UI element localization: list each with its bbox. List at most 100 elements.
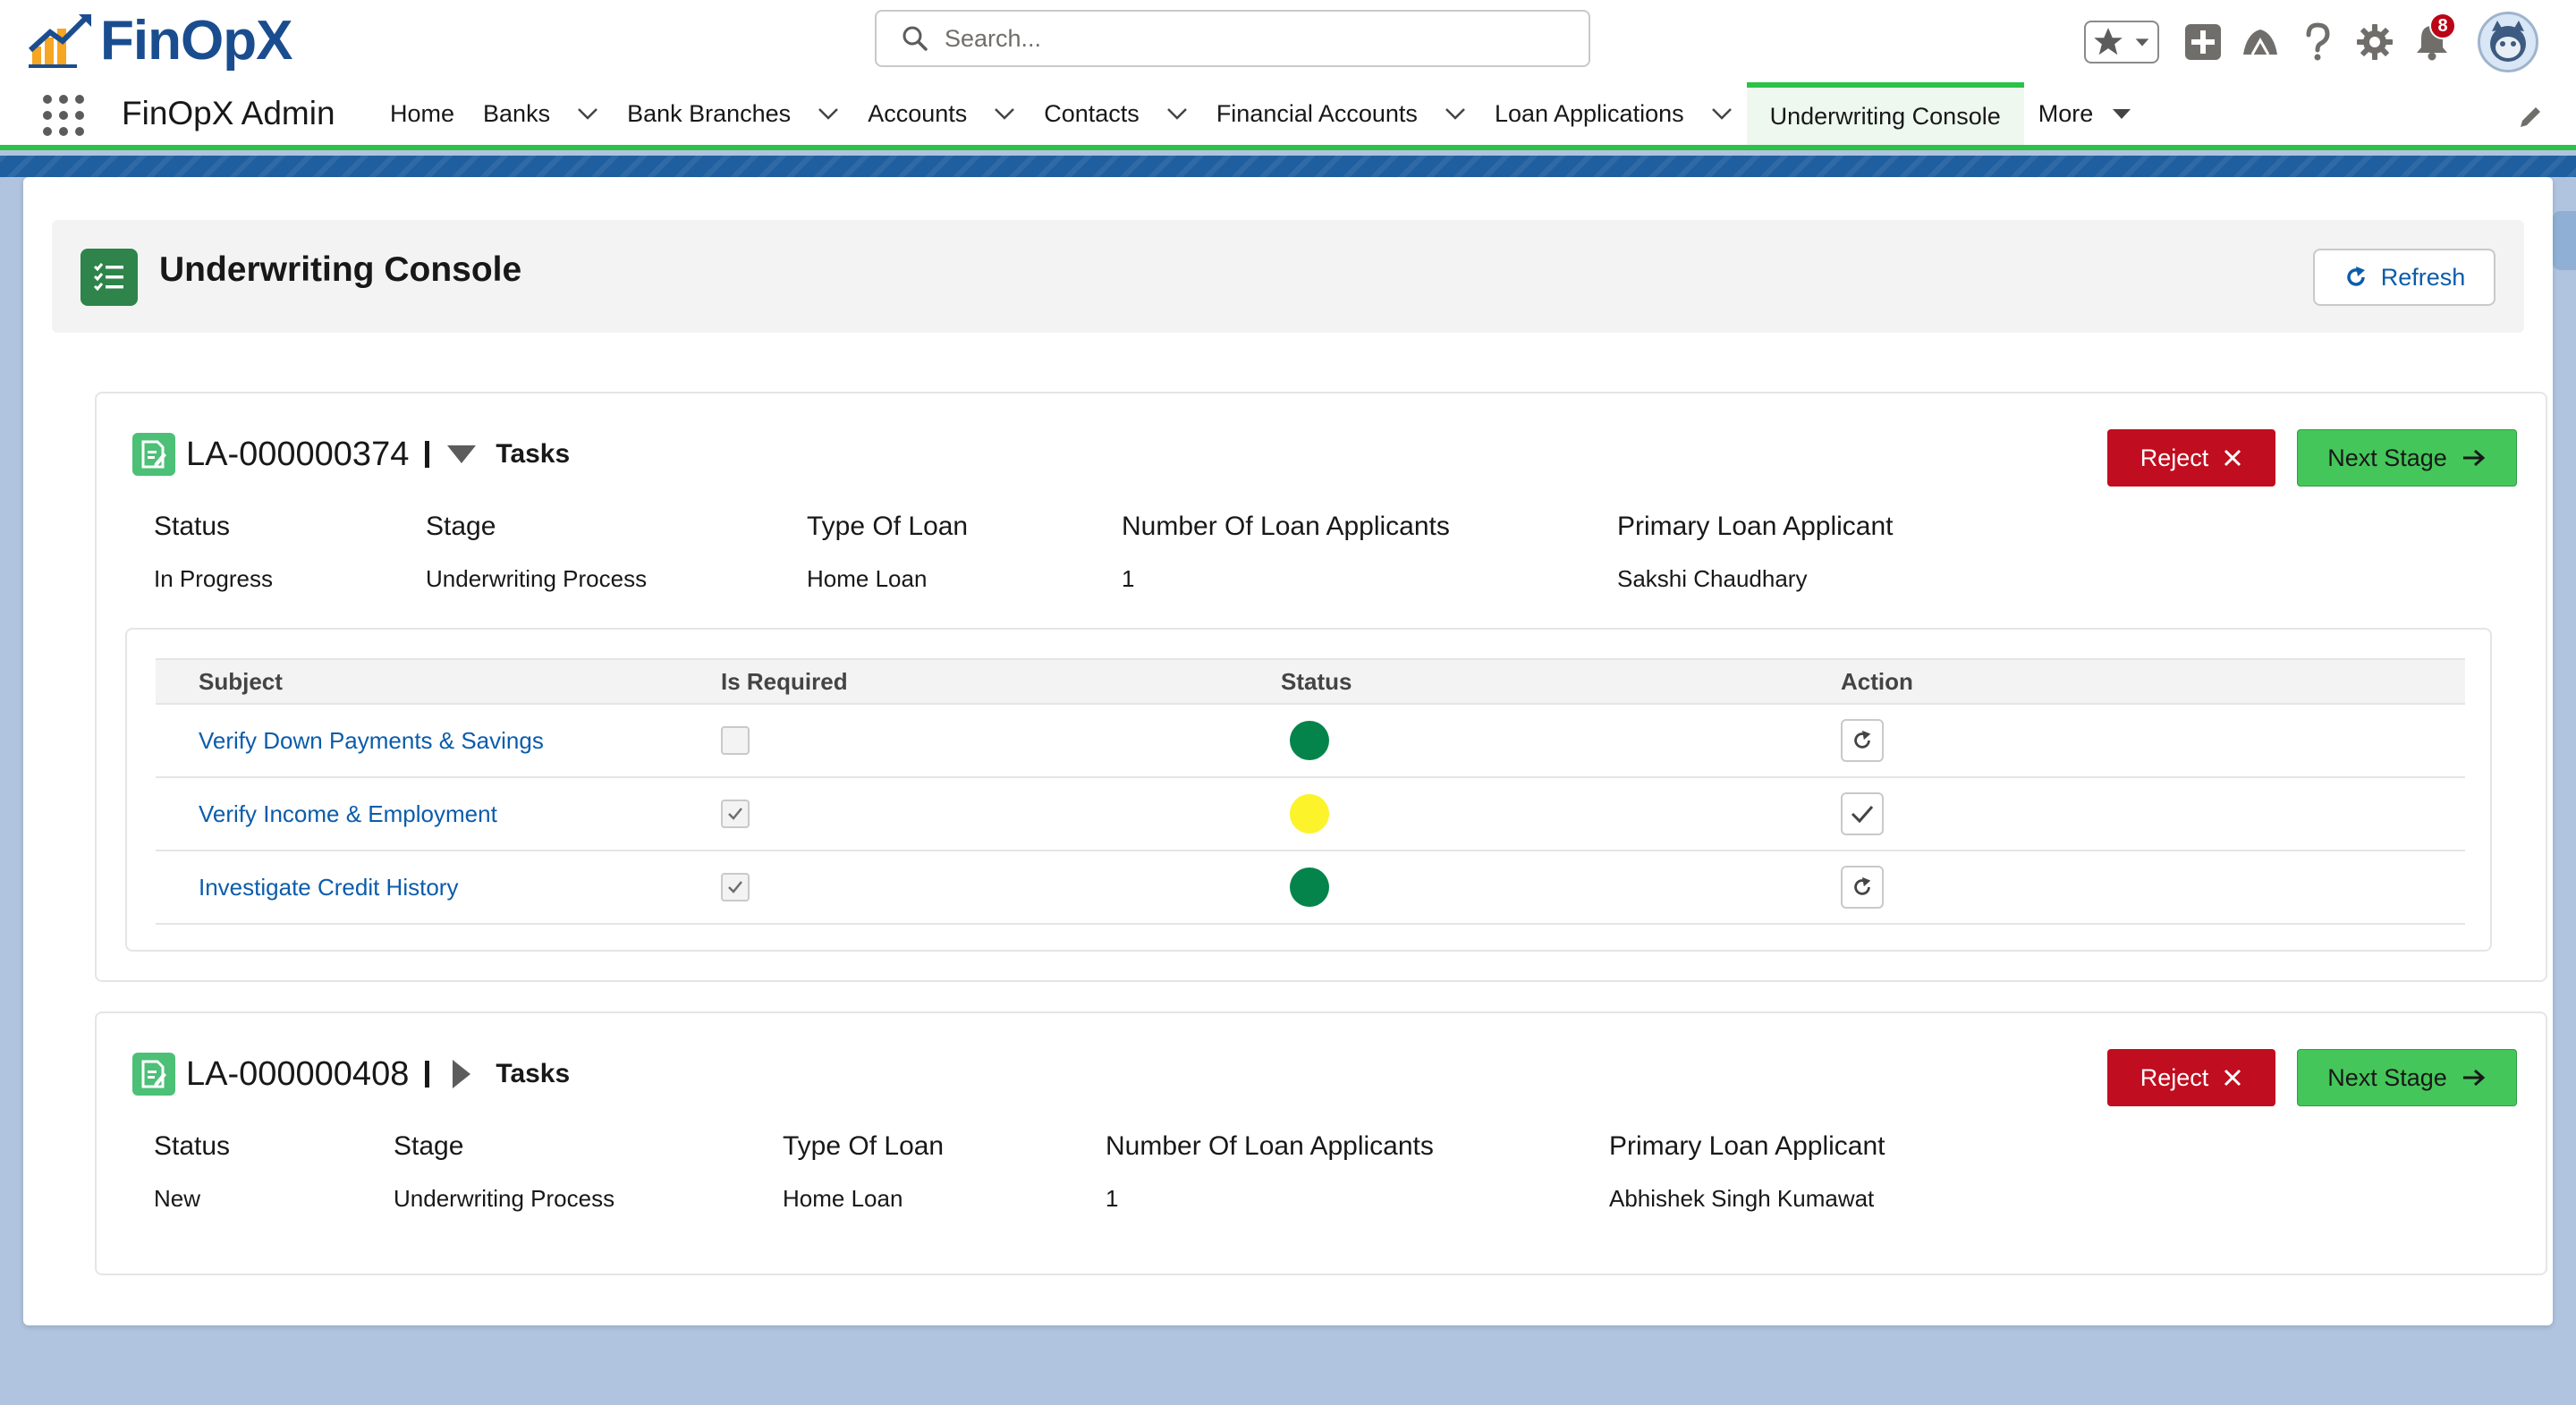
nav-item-label: Bank Branches xyxy=(627,99,792,127)
field-status: Status In Progress xyxy=(154,512,273,593)
help-button[interactable] xyxy=(2297,21,2338,63)
utility-panel-toggle[interactable] xyxy=(2553,211,2576,270)
column-header-subject[interactable]: Subject xyxy=(156,658,721,705)
nav-item-more[interactable]: More xyxy=(2024,82,2148,145)
task-required-cell xyxy=(721,777,1281,851)
required-checkbox xyxy=(721,726,750,755)
next-stage-button[interactable]: Next Stage xyxy=(2297,1049,2517,1106)
application-id[interactable]: LA-000000374 xyxy=(186,436,409,474)
nav-item-banks[interactable]: Banks xyxy=(469,82,613,145)
field-label: Primary Loan Applicant xyxy=(1609,1131,1885,1161)
expand-tasks-button[interactable] xyxy=(444,1056,479,1092)
arrow-right-icon xyxy=(2462,449,2486,467)
field-value: Underwriting Process xyxy=(426,565,648,592)
arrow-right-icon xyxy=(2462,1069,2486,1087)
nav-item-bank-branches[interactable]: Bank Branches xyxy=(613,82,853,145)
status-indicator xyxy=(1290,721,1329,760)
reopen-task-button[interactable] xyxy=(1841,866,1884,909)
application-id[interactable]: LA-000000408 xyxy=(186,1055,409,1094)
complete-task-button[interactable] xyxy=(1841,792,1884,835)
task-subject-link[interactable]: Verify Down Payments & Savings xyxy=(199,727,544,754)
avatar[interactable] xyxy=(2478,12,2538,72)
field-label: Type Of Loan xyxy=(807,512,969,541)
refresh-button[interactable]: Refresh xyxy=(2313,249,2496,306)
reject-button[interactable]: Reject xyxy=(2107,429,2275,487)
app-navigation-bar: FinOpX Admin Home Banks Bank Branches Ac… xyxy=(0,82,2576,150)
field-status: Status New xyxy=(154,1131,230,1213)
favorites-button[interactable] xyxy=(2084,21,2159,63)
global-search[interactable] xyxy=(875,10,1590,67)
task-subject-link[interactable]: Investigate Credit History xyxy=(199,874,458,901)
field-label: Stage xyxy=(426,512,496,541)
check-icon xyxy=(728,808,742,820)
chevron-down-icon[interactable] xyxy=(577,107,598,120)
collapse-tasks-button[interactable] xyxy=(444,436,479,472)
field-label: Type Of Loan xyxy=(783,1131,945,1161)
edit-nav-pencil-icon[interactable] xyxy=(2517,104,2544,131)
field-primary-applicant: Primary Loan Applicant Abhishek Singh Kum… xyxy=(1609,1131,1885,1213)
chevron-down-icon[interactable] xyxy=(1166,107,1188,120)
chevron-down-icon[interactable] xyxy=(818,107,839,120)
task-required-cell xyxy=(721,851,1281,925)
nav-item-loan-applications[interactable]: Loan Applications xyxy=(1480,82,1747,145)
star-icon xyxy=(2094,28,2123,55)
chevron-down-icon[interactable] xyxy=(1711,107,1733,120)
nav-item-label: More xyxy=(2038,99,2094,127)
global-create-button[interactable] xyxy=(2182,21,2224,63)
record-icon xyxy=(132,1053,175,1096)
task-required-cell xyxy=(721,704,1281,778)
column-header-status[interactable]: Status xyxy=(1281,658,1841,705)
field-stage: Stage Underwriting Process xyxy=(426,512,647,593)
task-status-cell xyxy=(1281,777,1841,851)
card-actions: Reject Next Stage xyxy=(2107,1049,2517,1106)
column-header-is-required[interactable]: Is Required xyxy=(721,658,1281,705)
nav-item-financial-accounts[interactable]: Financial Accounts xyxy=(1202,82,1480,145)
status-indicator xyxy=(1290,794,1329,834)
field-value: Abhishek Singh Kumawat xyxy=(1609,1185,1875,1212)
separator xyxy=(425,1061,430,1088)
notifications-button[interactable]: 8 xyxy=(2411,13,2456,63)
field-value: 1 xyxy=(1106,1185,1119,1212)
nav-item-label: Financial Accounts xyxy=(1216,99,1418,127)
page-title: Underwriting Console xyxy=(159,250,522,289)
caret-down-icon[interactable] xyxy=(2111,107,2132,120)
task-subject-cell: Investigate Credit History xyxy=(156,851,721,925)
table-row: Verify Down Payments & Savings xyxy=(156,704,2465,778)
nav-item-home[interactable]: Home xyxy=(376,82,469,145)
app-launcher-icon[interactable] xyxy=(43,95,84,136)
column-header-action[interactable]: Action xyxy=(1841,658,2465,705)
trailhead-button[interactable] xyxy=(2240,21,2281,63)
refresh-icon xyxy=(2346,267,2365,286)
reject-button[interactable]: Reject xyxy=(2107,1049,2275,1106)
field-value: New xyxy=(154,1185,201,1212)
close-icon xyxy=(2224,449,2241,467)
field-label: Number Of Loan Applicants xyxy=(1122,512,1450,541)
nav-item-underwriting-console[interactable]: Underwriting Console xyxy=(1746,82,2024,145)
nav-item-label: Accounts xyxy=(868,99,968,127)
nav-item-accounts[interactable]: Accounts xyxy=(853,82,1030,145)
app-name: FinOpX Admin xyxy=(122,95,335,131)
table-row: Investigate Credit History xyxy=(156,851,2465,925)
tasks-section: Subject Is Required Status Action Verify… xyxy=(125,628,2492,952)
refresh-label: Refresh xyxy=(2380,263,2466,291)
search-input[interactable] xyxy=(945,24,1553,53)
header-utilities: 8 xyxy=(2084,11,2538,73)
nav-item-contacts[interactable]: Contacts xyxy=(1030,82,1202,145)
reopen-task-button[interactable] xyxy=(1841,719,1884,762)
chevron-down-icon[interactable] xyxy=(2132,32,2152,52)
gear-icon xyxy=(2357,24,2393,60)
app-logo[interactable]: FinOpX xyxy=(27,9,292,72)
field-value: Sakshi Chaudhary xyxy=(1617,565,1808,592)
nav-item-label: Underwriting Console xyxy=(1769,102,2001,130)
next-stage-button[interactable]: Next Stage xyxy=(2297,429,2517,487)
nav-item-label: Contacts xyxy=(1044,99,1140,127)
setup-button[interactable] xyxy=(2354,21,2395,63)
chevron-down-icon[interactable] xyxy=(1445,107,1466,120)
task-subject-link[interactable]: Verify Income & Employment xyxy=(199,800,497,827)
chevron-down-icon[interactable] xyxy=(994,107,1015,120)
card-actions: Reject Next Stage xyxy=(2107,429,2517,487)
task-action-cell xyxy=(1841,704,2465,778)
refresh-icon xyxy=(1854,730,1871,749)
field-num-applicants: Number Of Loan Applicants 1 xyxy=(1122,512,1450,593)
logo-chart-icon xyxy=(28,14,91,68)
